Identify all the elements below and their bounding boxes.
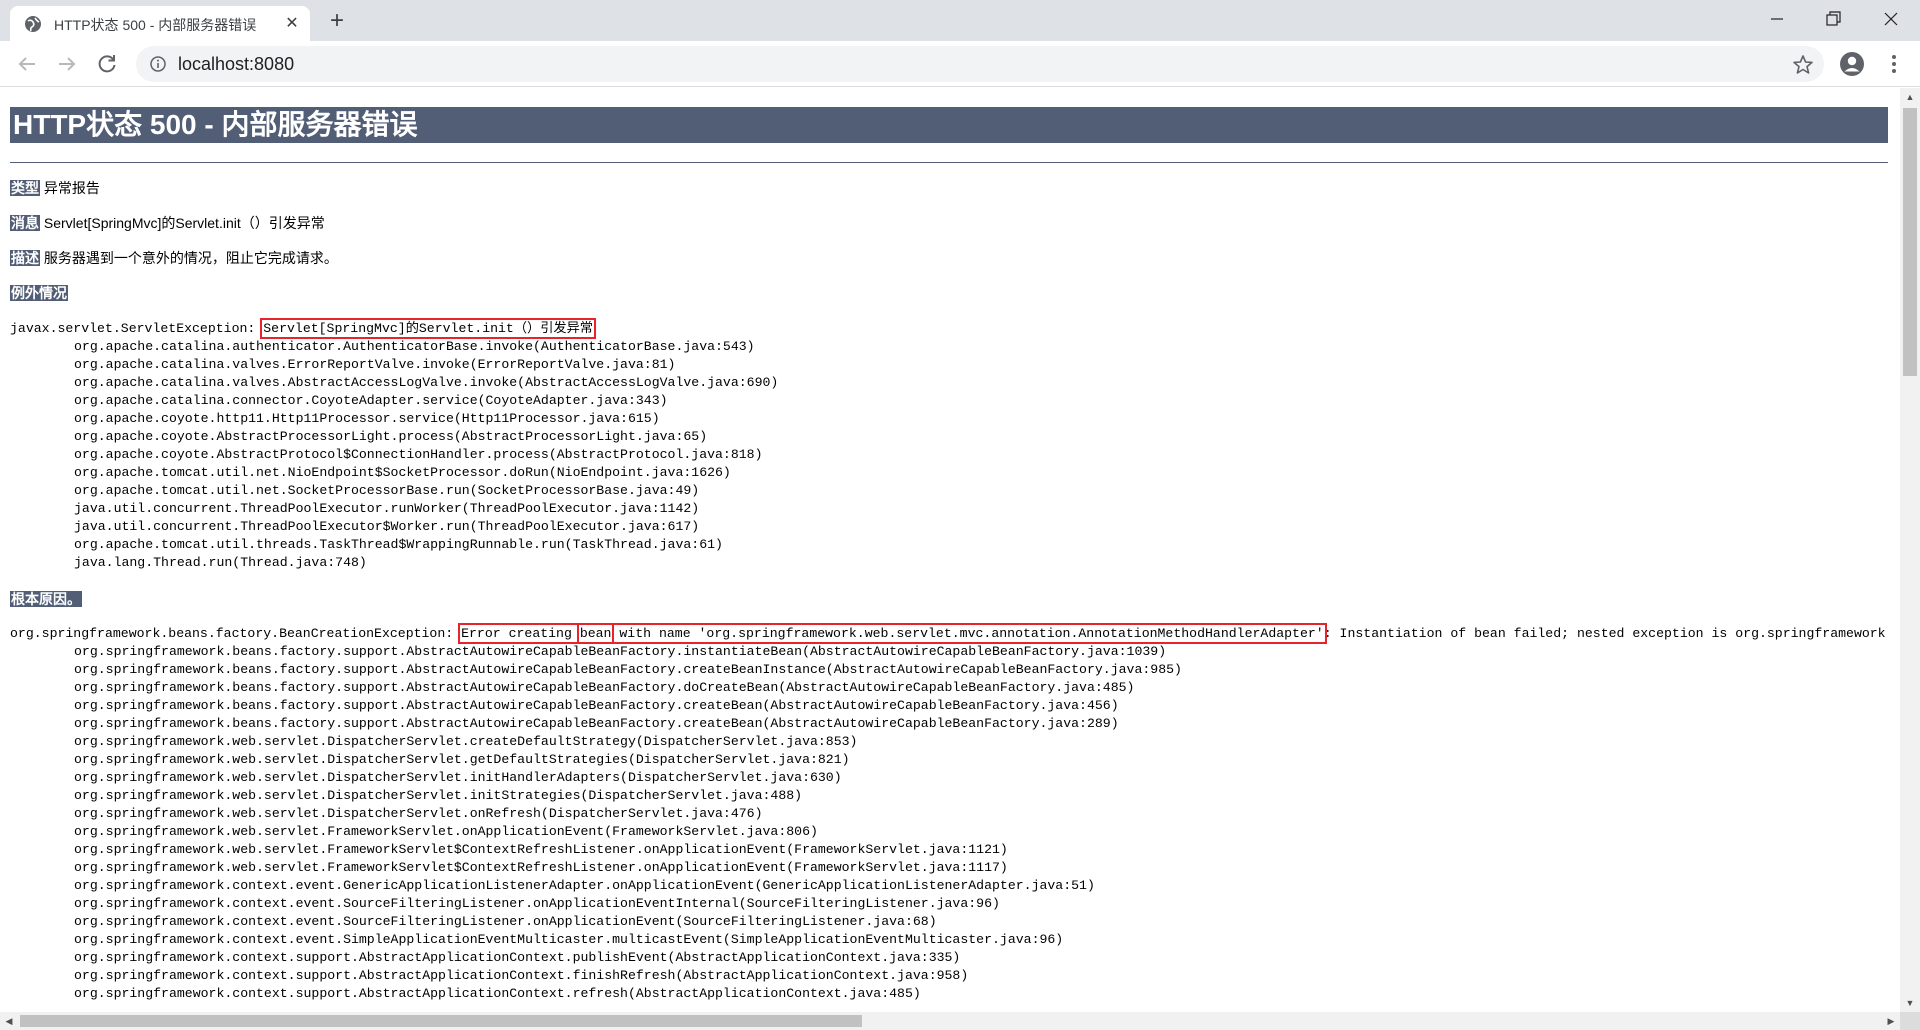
stack-frame: org.springframework.context.support.Abst… — [74, 950, 961, 965]
info-icon[interactable] — [150, 56, 166, 72]
horizontal-scrollbar[interactable]: ◀ ▶ — [0, 1012, 1900, 1030]
stack-frame: org.apache.tomcat.util.threads.TaskThrea… — [74, 537, 723, 552]
url-text[interactable]: localhost:8080 — [178, 54, 294, 75]
star-icon[interactable] — [1792, 54, 1814, 76]
tab-strip: HTTP状态 500 - 内部服务器错误 ✕ + — [0, 0, 1920, 41]
window-close-icon[interactable] — [1876, 4, 1906, 34]
stack-frame: org.apache.coyote.AbstractProcessorLight… — [74, 429, 708, 444]
stack-frame: org.springframework.context.event.Source… — [74, 896, 1000, 911]
stack-frame: org.springframework.beans.factory.suppor… — [74, 716, 1119, 731]
stack-frame: org.apache.coyote.http11.Http11Processor… — [74, 411, 660, 426]
stack-frame: org.springframework.web.servlet.Framewor… — [74, 824, 818, 839]
stack-frame: org.springframework.context.support.Abst… — [74, 986, 921, 1001]
message-label: 消息 — [10, 215, 40, 231]
stack-frame: java.util.concurrent.ThreadPoolExecutor$… — [74, 519, 700, 534]
back-arrow-icon[interactable] — [14, 51, 40, 77]
exception-heading: 例外情况 — [10, 283, 68, 303]
stack-frame: java.util.concurrent.ThreadPoolExecutor.… — [74, 501, 700, 516]
forward-arrow-icon[interactable] — [54, 51, 80, 77]
message-value: Servlet[SpringMvc]的Servlet.init（）引发异常 — [43, 215, 325, 231]
stack-frame: org.springframework.beans.factory.suppor… — [74, 680, 1135, 695]
stack-frame: org.apache.catalina.valves.AbstractAcces… — [74, 375, 779, 390]
stack-frame: org.apache.catalina.valves.ErrorReportVa… — [74, 357, 676, 372]
stack-frame: org.springframework.context.event.Simple… — [74, 932, 1064, 947]
exception-stacktrace: javax.servlet.ServletException: Servlet[… — [10, 318, 778, 572]
scroll-down-arrow-icon[interactable]: ▼ — [1900, 994, 1920, 1012]
type-label: 类型 — [10, 180, 40, 196]
root-cause-first-line: org.springframework.beans.factory.BeanCr… — [10, 623, 1886, 644]
exception-message-highlight: Servlet[SpringMvc]的Servlet.init（）引发异常 — [260, 318, 596, 339]
stack-frame: org.springframework.beans.factory.suppor… — [74, 698, 1119, 713]
new-tab-button[interactable]: + — [324, 9, 350, 35]
address-bar[interactable]: localhost:8080 — [136, 46, 1824, 82]
root-cause-message-highlight: Error creating bean with name 'org.sprin… — [458, 623, 1327, 644]
scroll-left-arrow-icon[interactable]: ◀ — [0, 1012, 18, 1030]
description-row: 描述 服务器遇到一个意外的情况，阻止它完成请求。 — [10, 248, 338, 268]
stack-frame: org.springframework.context.support.Abst… — [74, 968, 969, 983]
exception-label: 例外情况 — [10, 285, 68, 301]
stack-frame: org.springframework.web.servlet.Dispatch… — [74, 806, 763, 821]
highlight-part-a: Error creating — [461, 626, 580, 641]
root-cause-label: 根本原因。 — [10, 591, 82, 607]
stack-frame: org.springframework.web.servlet.Dispatch… — [74, 734, 858, 749]
stack-frame: org.springframework.beans.factory.suppor… — [74, 644, 1167, 659]
stack-frame: org.apache.catalina.connector.CoyoteAdap… — [74, 393, 668, 408]
scroll-up-arrow-icon[interactable]: ▲ — [1900, 88, 1920, 106]
horizontal-scroll-thumb[interactable] — [20, 1015, 862, 1027]
description-value: 服务器遇到一个意外的情况，阻止它完成请求。 — [43, 250, 338, 266]
root-cause-stacktrace: org.springframework.beans.factory.BeanCr… — [10, 623, 1886, 1003]
reload-icon[interactable] — [94, 51, 120, 77]
divider — [10, 162, 1888, 163]
browser-toolbar: localhost:8080 — [0, 41, 1920, 87]
stack-frame: org.apache.tomcat.util.net.SocketProcess… — [74, 483, 700, 498]
scroll-right-arrow-icon[interactable]: ▶ — [1882, 1012, 1900, 1030]
stack-frame: org.springframework.web.servlet.Dispatch… — [74, 770, 842, 785]
stack-frame: org.springframework.web.servlet.Framewor… — [74, 842, 1008, 857]
browser-tab[interactable]: HTTP状态 500 - 内部服务器错误 ✕ — [10, 6, 310, 41]
root-cause-suffix: : Instantiation of bean failed; nested e… — [1323, 626, 1886, 641]
globe-icon — [25, 16, 41, 32]
description-label: 描述 — [10, 250, 40, 266]
exception-first-line: javax.servlet.ServletException: Servlet[… — [10, 318, 778, 339]
kebab-menu-icon[interactable] — [1884, 51, 1904, 77]
tab-close-icon[interactable]: ✕ — [282, 14, 302, 34]
stack-frame: org.springframework.web.servlet.Dispatch… — [74, 788, 803, 803]
stack-frame: java.lang.Thread.run(Thread.java:748) — [74, 555, 367, 570]
tab-title: HTTP状态 500 - 内部服务器错误 — [54, 17, 257, 33]
root-cause-frames: org.springframework.beans.factory.suppor… — [10, 643, 1886, 1003]
type-value: 异常报告 — [43, 180, 100, 196]
page-title: HTTP状态 500 - 内部服务器错误 — [10, 107, 1888, 143]
stack-frame: org.apache.coyote.AbstractProtocol$Conne… — [74, 447, 763, 462]
exception-class: javax.servlet.ServletException: — [10, 321, 264, 336]
stack-frame: org.springframework.beans.factory.suppor… — [74, 662, 1182, 677]
stack-frame: org.springframework.context.event.Generi… — [74, 878, 1095, 893]
profile-icon[interactable] — [1838, 50, 1866, 78]
exception-frames: org.apache.catalina.authenticator.Authen… — [10, 338, 778, 572]
type-row: 类型 异常报告 — [10, 178, 100, 198]
restore-icon[interactable] — [1818, 4, 1848, 34]
root-cause-heading: 根本原因。 — [10, 589, 82, 609]
scrollbar-corner — [1900, 1012, 1920, 1030]
highlight-part-b: with name 'org.springframework.web.servl… — [611, 626, 1324, 641]
message-row: 消息 Servlet[SpringMvc]的Servlet.init（）引发异常 — [10, 213, 325, 233]
stack-frame: org.springframework.web.servlet.Dispatch… — [74, 752, 850, 767]
page-viewport: HTTP状态 500 - 内部服务器错误 类型 异常报告 消息 Servlet[… — [0, 88, 1900, 1012]
bean-word-highlight: bean — [576, 623, 615, 644]
stack-frame: org.apache.catalina.authenticator.Authen… — [74, 339, 755, 354]
vertical-scroll-thumb[interactable] — [1903, 108, 1917, 376]
vertical-scrollbar[interactable]: ▲ ▼ — [1900, 88, 1920, 1012]
root-cause-class: org.springframework.beans.factory.BeanCr… — [10, 626, 462, 641]
stack-frame: org.springframework.web.servlet.Framewor… — [74, 860, 1008, 875]
stack-frame: org.springframework.context.event.Source… — [74, 914, 937, 929]
stack-frame: org.apache.tomcat.util.net.NioEndpoint$S… — [74, 465, 731, 480]
minimize-icon[interactable] — [1762, 4, 1792, 34]
